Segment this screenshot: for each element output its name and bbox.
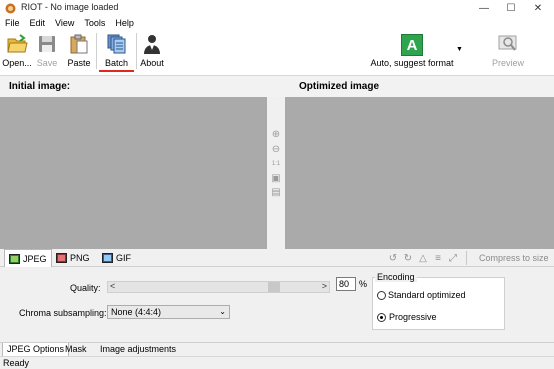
jpeg-options-panel: Quality: < > 80 % Chroma subsampling: No…: [0, 267, 554, 342]
tab-image-adjustments[interactable]: Image adjustments: [96, 343, 180, 357]
save-label: Save: [36, 58, 58, 68]
quality-slider[interactable]: < >: [107, 281, 330, 293]
fit-window-icon[interactable]: ▣: [270, 172, 282, 184]
chroma-subsampling-select[interactable]: None (4:4:4) ⌄: [107, 305, 230, 319]
slider-left-arrow-icon[interactable]: <: [110, 281, 115, 291]
batch-label: Batch: [104, 58, 128, 68]
status-text: Ready: [3, 358, 30, 368]
chevron-down-icon: ⌄: [219, 307, 226, 316]
window-title: RIOT - No image loaded: [21, 2, 119, 12]
about-person-icon: [144, 35, 160, 54]
quality-slider-thumb[interactable]: [268, 282, 281, 292]
encoding-progressive-radio[interactable]: [377, 312, 386, 322]
paste-button[interactable]: Paste: [64, 30, 94, 72]
tab-png-label: PNG: [70, 253, 90, 263]
save-button[interactable]: Save: [35, 30, 59, 72]
zoom-1-1-button[interactable]: 1:1: [270, 158, 282, 170]
initial-image-title: Initial image:: [9, 81, 71, 92]
menu-file[interactable]: File: [0, 16, 25, 30]
format-tab-row: JPEG PNG GIF ↺ ↻ △ ≡ ⤢ Compress to size: [0, 249, 554, 268]
about-label: About: [140, 58, 164, 68]
toolbar-separator: [136, 33, 137, 69]
maximize-icon[interactable]: ☐: [497, 0, 525, 16]
preview-button[interactable]: Preview: [492, 30, 524, 72]
encoding-standard-radio[interactable]: [377, 290, 386, 300]
encoding-title: Encoding: [375, 272, 417, 282]
quality-input[interactable]: 80: [336, 277, 356, 291]
zoom-tools-strip: ⊕ ⊖ 1:1 ▣ ▤: [267, 97, 285, 249]
toolbar: Open... Save Paste Batch About A Auto, s…: [0, 30, 554, 75]
optimized-image-title: Optimized image: [299, 81, 380, 92]
minimize-icon[interactable]: —: [470, 0, 498, 16]
pane-headers: Initial image: Optimized image: [0, 75, 554, 97]
rotate-right-icon[interactable]: ↻: [402, 252, 414, 264]
about-button[interactable]: About: [139, 30, 165, 72]
zoom-out-icon[interactable]: ⊖: [270, 143, 282, 155]
paste-label: Paste: [67, 58, 91, 68]
menu-edit[interactable]: Edit: [25, 16, 51, 30]
rotate-left-icon[interactable]: ↺: [387, 252, 399, 264]
toolbar-separator: [96, 33, 97, 69]
menu-tools[interactable]: Tools: [79, 16, 110, 30]
riot-app-icon: [5, 3, 16, 14]
preview-magnifier-icon: [498, 35, 517, 51]
flip-horizontal-icon[interactable]: △: [417, 252, 429, 264]
save-disk-icon: [39, 36, 55, 52]
tab-jpeg-options[interactable]: JPEG Options: [2, 343, 70, 357]
preview-label: Preview: [492, 58, 525, 68]
tab-gif[interactable]: GIF: [98, 249, 135, 267]
menu-view[interactable]: View: [50, 16, 79, 30]
quality-label: Quality:: [70, 283, 101, 293]
auto-format-badge-letter: A: [406, 36, 418, 54]
batch-button[interactable]: Batch: [99, 30, 134, 72]
encoding-group: [372, 277, 505, 330]
open-folder-icon: [7, 34, 28, 53]
chroma-subsampling-label: Chroma subsampling:: [19, 308, 107, 318]
png-format-icon: [56, 253, 67, 263]
optimized-image-pane[interactable]: [285, 97, 554, 249]
auto-format-badge-icon: A: [401, 34, 423, 56]
flip-vertical-icon[interactable]: ≡: [432, 252, 444, 264]
initial-image-pane[interactable]: [0, 97, 267, 249]
tab-png[interactable]: PNG: [52, 249, 94, 267]
encoding-progressive-option[interactable]: Progressive: [377, 312, 437, 322]
status-bar: Ready: [0, 356, 554, 369]
auto-format-dropdown-arrow-icon[interactable]: ▼: [456, 46, 463, 53]
title-bar: RIOT - No image loaded — ☐ ✕: [0, 0, 554, 16]
tab-mask[interactable]: Mask: [61, 343, 91, 357]
batch-icon: [107, 34, 125, 54]
encoding-progressive-label: Progressive: [389, 312, 437, 322]
tools-separator: [466, 251, 467, 265]
menu-bar: File Edit View Tools Help: [0, 16, 554, 30]
open-label: Open...: [2, 58, 32, 68]
close-icon[interactable]: ✕: [524, 0, 552, 16]
jpeg-format-icon: [9, 254, 20, 264]
auto-format-button[interactable]: A Auto, suggest format: [368, 30, 456, 72]
chroma-subsampling-value: None (4:4:4): [111, 307, 162, 317]
compress-to-size-button[interactable]: Compress to size: [479, 253, 549, 263]
tab-gif-label: GIF: [116, 253, 131, 263]
zoom-in-icon[interactable]: ⊕: [270, 128, 282, 140]
open-button[interactable]: Open...: [2, 30, 32, 72]
tab-jpeg[interactable]: JPEG: [4, 249, 52, 268]
auto-format-label: Auto, suggest format: [370, 58, 454, 68]
paste-clipboard-icon: [70, 34, 88, 54]
slider-right-arrow-icon[interactable]: >: [322, 281, 327, 291]
quality-unit: %: [359, 279, 368, 289]
batch-highlight-underline: [99, 70, 134, 72]
options-tab-row: JPEG Options Mask Image adjustments: [0, 342, 554, 357]
compare-icon[interactable]: ▤: [270, 186, 282, 198]
gif-format-icon: [102, 253, 113, 263]
encoding-standard-option[interactable]: Standard optimized: [377, 290, 466, 300]
resize-icon[interactable]: ⤢: [447, 252, 459, 264]
encoding-standard-label: Standard optimized: [388, 290, 466, 300]
tab-jpeg-label: JPEG: [23, 254, 47, 264]
menu-help[interactable]: Help: [110, 16, 139, 30]
